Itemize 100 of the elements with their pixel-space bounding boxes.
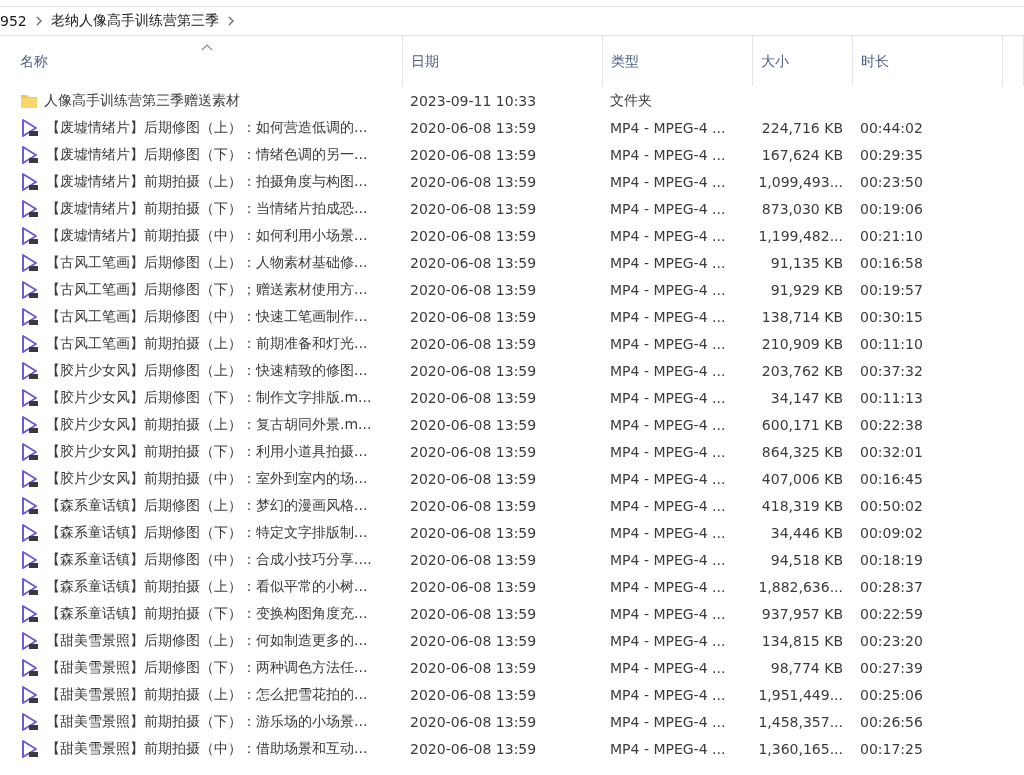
column-header[interactable]: 名称 bbox=[0, 36, 403, 86]
chevron-right-icon[interactable] bbox=[226, 16, 235, 26]
file-name[interactable]: 【古风工笔画】前期拍摄（上）：前期准备和灯光... bbox=[46, 334, 368, 353]
duration-cell: 00:16:58 bbox=[860, 254, 923, 271]
duration-cell: 00:22:38 bbox=[860, 416, 923, 433]
file-name[interactable]: 【古风工笔画】后期修图（上）：人物素材基础修... bbox=[46, 253, 368, 272]
size-cell: 1,199,482... bbox=[758, 227, 843, 244]
type-cell: MP4 - MPEG-4 ... bbox=[610, 578, 726, 595]
duration-cell: 00:32:01 bbox=[860, 443, 923, 460]
file-name[interactable]: 【废墟情绪片】前期拍摄（下）：当情绪片拍成恐... bbox=[46, 199, 368, 218]
date-cell: 2020-06-08 13:59 bbox=[410, 416, 537, 433]
size-cell: 34,446 KB bbox=[770, 524, 843, 541]
file-name[interactable]: 【胶片少女风】前期拍摄（中）：室外到室内的场... bbox=[46, 469, 368, 488]
size-cell: 418,319 KB bbox=[761, 497, 843, 514]
date-cell: 2020-06-08 13:59 bbox=[410, 740, 537, 757]
type-cell: MP4 - MPEG-4 ... bbox=[610, 470, 726, 487]
column-header[interactable]: 大小 bbox=[753, 36, 853, 86]
column-header[interactable]: 日期 bbox=[403, 36, 603, 86]
file-name[interactable]: 【森系童话镇】前期拍摄（上）：看似平常的小树... bbox=[46, 577, 368, 596]
duration-cell: 00:21:10 bbox=[860, 227, 923, 244]
video-file-icon bbox=[20, 495, 40, 516]
video-file-icon bbox=[20, 333, 40, 354]
video-file-icon bbox=[20, 684, 40, 705]
date-cell: 2020-06-08 13:59 bbox=[410, 524, 537, 541]
duration-cell: 00:30:15 bbox=[860, 308, 923, 325]
file-name[interactable]: 【胶片少女风】前期拍摄（下）：利用小道具拍摄... bbox=[46, 442, 368, 461]
date-cell: 2020-06-08 13:59 bbox=[410, 173, 537, 190]
file-name[interactable]: 【甜美雪景照】前期拍摄（中）：借助场景和互动... bbox=[46, 739, 368, 758]
type-cell: MP4 - MPEG-4 ... bbox=[610, 659, 726, 676]
size-cell: 1,360,165... bbox=[758, 740, 843, 757]
date-cell: 2020-06-08 13:59 bbox=[410, 659, 537, 676]
video-file-icon bbox=[20, 360, 40, 381]
file-name[interactable]: 【胶片少女风】前期拍摄（上）：复古胡同外景.m... bbox=[46, 415, 372, 434]
file-name[interactable]: 【胶片少女风】后期修图（上）：快速精致的修图... bbox=[46, 361, 368, 380]
column-header[interactable]: 时长 bbox=[853, 36, 1003, 86]
video-file-icon bbox=[20, 468, 40, 489]
chevron-right-icon[interactable] bbox=[34, 16, 43, 26]
date-cell: 2020-06-08 13:59 bbox=[410, 362, 537, 379]
video-file-icon bbox=[20, 279, 40, 300]
type-cell: MP4 - MPEG-4 ... bbox=[610, 254, 726, 271]
type-cell: MP4 - MPEG-4 ... bbox=[610, 173, 726, 190]
file-name[interactable]: 【森系童话镇】后期修图（下）：特定文字排版制... bbox=[46, 523, 368, 542]
type-cell: MP4 - MPEG-4 ... bbox=[610, 740, 726, 757]
size-cell: 138,714 KB bbox=[761, 308, 843, 325]
duration-cell: 00:09:02 bbox=[860, 524, 923, 541]
date-cell: 2020-06-08 13:59 bbox=[410, 686, 537, 703]
file-name[interactable]: 【胶片少女风】后期修图（下）：制作文字排版.m... bbox=[46, 388, 372, 407]
type-cell: MP4 - MPEG-4 ... bbox=[610, 335, 726, 352]
duration-cell: 00:27:39 bbox=[860, 659, 923, 676]
size-cell: 937,957 KB bbox=[761, 605, 843, 622]
video-file-icon bbox=[20, 738, 40, 759]
file-name[interactable]: 【古风工笔画】后期修图（下）；赠送素材使用方... bbox=[46, 280, 368, 299]
file-name[interactable]: 【甜美雪景照】前期拍摄（上）：怎么把雪花拍的... bbox=[46, 685, 368, 704]
type-cell: MP4 - MPEG-4 ... bbox=[610, 362, 726, 379]
size-cell: 600,171 KB bbox=[761, 416, 843, 433]
type-cell: MP4 - MPEG-4 ... bbox=[610, 713, 726, 730]
video-file-icon bbox=[20, 414, 40, 435]
date-cell: 2020-06-08 13:59 bbox=[410, 389, 537, 406]
file-name[interactable]: 【古风工笔画】后期修图（中）：快速工笔画制作... bbox=[46, 307, 368, 326]
column-header[interactable]: 类型 bbox=[603, 36, 753, 86]
type-cell: MP4 - MPEG-4 ... bbox=[610, 605, 726, 622]
video-file-icon bbox=[20, 603, 40, 624]
video-file-icon bbox=[20, 711, 40, 732]
date-cell: 2020-06-08 13:59 bbox=[410, 497, 537, 514]
date-cell: 2020-06-08 13:59 bbox=[410, 254, 537, 271]
breadcrumb-item[interactable]: 952 bbox=[0, 13, 27, 29]
file-name[interactable]: 【废墟情绪片】前期拍摄（上）：拍摄角度与构图... bbox=[46, 172, 368, 191]
file-name[interactable]: 【废墟情绪片】后期修图（上）：如何营造低调的... bbox=[46, 118, 368, 137]
size-cell: 1,458,357... bbox=[758, 713, 843, 730]
video-file-icon bbox=[20, 252, 40, 273]
type-cell: MP4 - MPEG-4 ... bbox=[610, 119, 726, 136]
type-cell: 文件夹 bbox=[610, 91, 652, 108]
breadcrumb-item[interactable]: 老纳人像高手训练营第三季 bbox=[50, 12, 219, 30]
date-cell: 2020-06-08 13:59 bbox=[410, 227, 537, 244]
duration-cell: 00:11:13 bbox=[860, 389, 923, 406]
video-file-icon bbox=[20, 576, 40, 597]
folder-icon bbox=[20, 92, 38, 109]
date-cell: 2020-06-08 13:59 bbox=[410, 551, 537, 568]
file-name[interactable]: 【甜美雪景照】前期拍摄（下）：游乐场的小场景... bbox=[46, 712, 368, 731]
size-cell: 34,147 KB bbox=[770, 389, 843, 406]
video-file-icon bbox=[20, 630, 40, 651]
type-cell: MP4 - MPEG-4 ... bbox=[610, 308, 726, 325]
file-name[interactable]: 【甜美雪景照】后期修图（上）：何如制造更多的... bbox=[46, 631, 368, 650]
date-cell: 2020-06-08 13:59 bbox=[410, 119, 537, 136]
date-cell: 2023-09-11 10:33 bbox=[410, 92, 537, 109]
video-file-icon bbox=[20, 387, 40, 408]
file-name[interactable]: 人像高手训练营第三季赠送素材 bbox=[44, 91, 240, 110]
file-name[interactable]: 【森系童话镇】后期修图（中）：合成小技巧分享.... bbox=[46, 550, 372, 569]
size-cell: 98,774 KB bbox=[770, 659, 843, 676]
file-name[interactable]: 【森系童话镇】前期拍摄（下）：变换构图角度充... bbox=[46, 604, 368, 623]
date-cell: 2020-06-08 13:59 bbox=[410, 470, 537, 487]
duration-cell: 00:17:25 bbox=[860, 740, 923, 757]
file-name[interactable]: 【废墟情绪片】后期修图（下）：情绪色调的另一... bbox=[46, 145, 368, 164]
video-file-icon bbox=[20, 306, 40, 327]
file-name[interactable]: 【废墟情绪片】前期拍摄（中）：如何利用小场景... bbox=[46, 226, 368, 245]
size-cell: 873,030 KB bbox=[761, 200, 843, 217]
file-name[interactable]: 【甜美雪景照】后期修图（下）：两种调色方法任... bbox=[46, 658, 368, 677]
file-name[interactable]: 【森系童话镇】后期修图（上）：梦幻的漫画风格... bbox=[46, 496, 368, 515]
video-file-icon bbox=[20, 657, 40, 678]
size-cell: 864,325 KB bbox=[761, 443, 843, 460]
